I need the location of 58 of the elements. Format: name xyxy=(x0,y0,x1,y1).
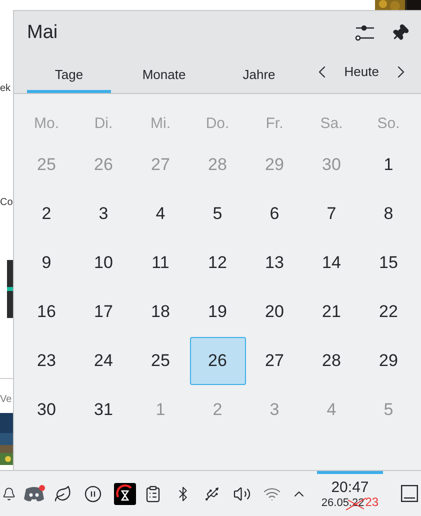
background-text: Ve xyxy=(0,393,13,407)
level-meter-drawing xyxy=(7,260,13,318)
day-cell[interactable]: 10 xyxy=(76,238,132,286)
day-cell[interactable]: 28 xyxy=(304,336,360,384)
day-cell[interactable]: 1 xyxy=(360,140,416,188)
day-cell[interactable]: 15 xyxy=(360,238,416,286)
day-cell[interactable]: 7 xyxy=(304,190,360,238)
show-desktop-icon[interactable] xyxy=(401,485,418,502)
background-text: ek xyxy=(0,82,12,96)
hourglass-app-icon[interactable] xyxy=(114,482,136,504)
today-button[interactable]: Heute xyxy=(332,62,391,82)
volume-icon[interactable] xyxy=(233,484,251,502)
day-cell[interactable]: 13 xyxy=(246,238,302,286)
weekday-label: Fr. xyxy=(266,114,284,134)
date-annotation: 23 xyxy=(365,496,379,509)
weekday-label: Sa. xyxy=(320,114,343,134)
weekday-label: Mo. xyxy=(34,114,59,134)
gamepad-icon[interactable] xyxy=(22,484,46,504)
day-cell[interactable]: 3 xyxy=(76,190,132,238)
day-cell[interactable]: 16 xyxy=(18,288,74,336)
month-title: Mai xyxy=(27,20,58,45)
day-cell[interactable]: 23 xyxy=(18,336,74,384)
day-cell[interactable]: 2 xyxy=(18,190,74,238)
weekday-label: So. xyxy=(377,114,400,134)
day-cell[interactable]: 30 xyxy=(18,386,74,434)
background-text: Co xyxy=(0,196,13,210)
day-cell[interactable]: 31 xyxy=(76,386,132,434)
day-cell[interactable]: 5 xyxy=(190,190,246,238)
day-cell[interactable]: 25 xyxy=(132,336,188,384)
day-cell[interactable]: 18 xyxy=(132,288,188,336)
weekday-label: Mi. xyxy=(150,114,170,134)
clock-time: 20:47 xyxy=(331,480,369,496)
day-cell[interactable]: 17 xyxy=(76,288,132,336)
day-cell[interactable]: 24 xyxy=(76,336,132,384)
day-cell[interactable]: 29 xyxy=(360,336,416,384)
view-tab[interactable]: Tage xyxy=(27,59,111,93)
day-cell[interactable]: 21 xyxy=(304,288,360,336)
leaf-icon[interactable] xyxy=(54,484,72,502)
day-cell[interactable]: 12 xyxy=(190,238,246,286)
view-tab[interactable]: Jahre xyxy=(217,59,301,93)
day-cell[interactable]: 6 xyxy=(246,190,302,238)
view-tab[interactable]: Monate xyxy=(122,59,206,93)
clipboard-icon[interactable] xyxy=(144,484,162,502)
day-cell[interactable]: 22 xyxy=(360,288,416,336)
day-cell[interactable]: 19 xyxy=(190,288,246,336)
day-cell[interactable]: 8 xyxy=(360,190,416,238)
day-cell[interactable]: 9 xyxy=(18,238,74,286)
weekday-label: Di. xyxy=(94,114,113,134)
day-cell[interactable]: 11 xyxy=(132,238,188,286)
day-cell[interactable]: 20 xyxy=(246,288,302,336)
pause-icon[interactable] xyxy=(84,484,102,502)
settings-icon[interactable] xyxy=(355,24,375,42)
day-cell[interactable]: 26 xyxy=(190,336,246,384)
weekday-label: Do. xyxy=(206,114,230,134)
usb-icon[interactable] xyxy=(204,484,220,502)
day-cell[interactable]: 14 xyxy=(304,238,360,286)
day-cell[interactable]: 4 xyxy=(132,190,188,238)
day-cell[interactable]: 27 xyxy=(246,336,302,384)
